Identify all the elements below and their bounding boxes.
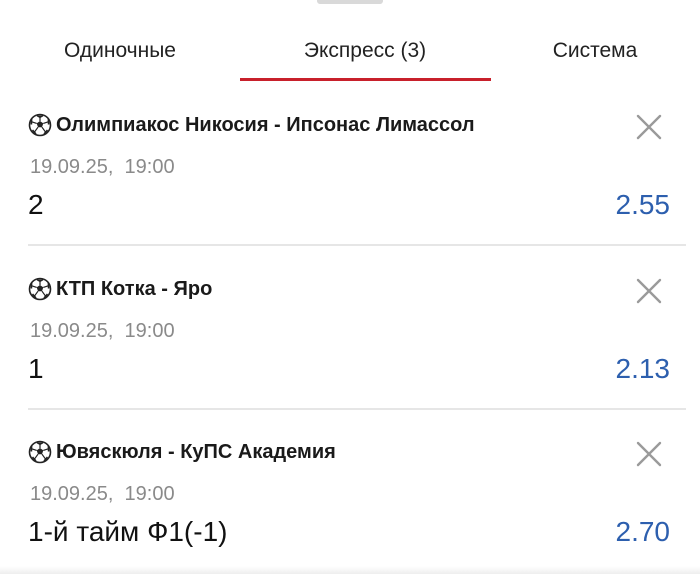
bet-item: Ювяскюля - КуПС Академия 19.09.25, 19:00… bbox=[0, 413, 700, 574]
remove-bet-button[interactable] bbox=[632, 437, 666, 471]
match-row: Ювяскюля - КуПС Академия bbox=[28, 437, 336, 467]
bet-outcome: 1-й тайм Ф1(-1) bbox=[28, 516, 228, 547]
close-icon bbox=[636, 278, 662, 304]
close-icon bbox=[636, 441, 662, 467]
bet-date: 19.09.25, 19:00 bbox=[30, 320, 175, 342]
active-tab-indicator bbox=[240, 78, 491, 81]
close-icon bbox=[636, 114, 662, 140]
match-name: Олимпиакос Никосия - Ипсонас Лимассол bbox=[56, 113, 475, 136]
match-row: КТП Котка - Яро bbox=[28, 274, 212, 304]
remove-bet-button[interactable] bbox=[632, 274, 666, 308]
soccer-ball-icon bbox=[28, 440, 52, 464]
divider bbox=[28, 244, 686, 246]
bet-odds: 2.70 bbox=[615, 516, 671, 547]
tab-system[interactable]: Система bbox=[500, 36, 690, 70]
betslip-tabs: Одиночные Экспресс (3) Система bbox=[0, 0, 700, 84]
bet-item: КТП Котка - Яро 19.09.25, 19:00 1 2.13 bbox=[0, 250, 700, 414]
bet-outcome: 2 bbox=[28, 189, 44, 220]
divider bbox=[28, 408, 686, 410]
betslip-panel: Одиночные Экспресс (3) Система Олимпиако… bbox=[0, 0, 700, 574]
bottom-shadow bbox=[0, 566, 700, 574]
bet-date: 19.09.25, 19:00 bbox=[30, 483, 175, 505]
soccer-ball-icon bbox=[28, 277, 52, 301]
bet-date: 19.09.25, 19:00 bbox=[30, 156, 175, 178]
remove-bet-button[interactable] bbox=[632, 110, 666, 144]
soccer-ball-icon bbox=[28, 113, 52, 137]
bet-item: Олимпиакос Никосия - Ипсонас Лимассол 19… bbox=[0, 86, 700, 250]
bet-odds: 2.55 bbox=[615, 189, 671, 220]
tab-singles[interactable]: Одиночные bbox=[20, 36, 220, 70]
bet-outcome: 1 bbox=[28, 353, 44, 384]
match-name: КТП Котка - Яро bbox=[56, 277, 213, 300]
match-name: Ювяскюля - КуПС Академия bbox=[56, 440, 336, 463]
bet-odds: 2.13 bbox=[615, 353, 671, 384]
match-row: Олимпиакос Никосия - Ипсонас Лимассол bbox=[28, 110, 475, 140]
tab-express[interactable]: Экспресс (3) bbox=[240, 36, 490, 70]
